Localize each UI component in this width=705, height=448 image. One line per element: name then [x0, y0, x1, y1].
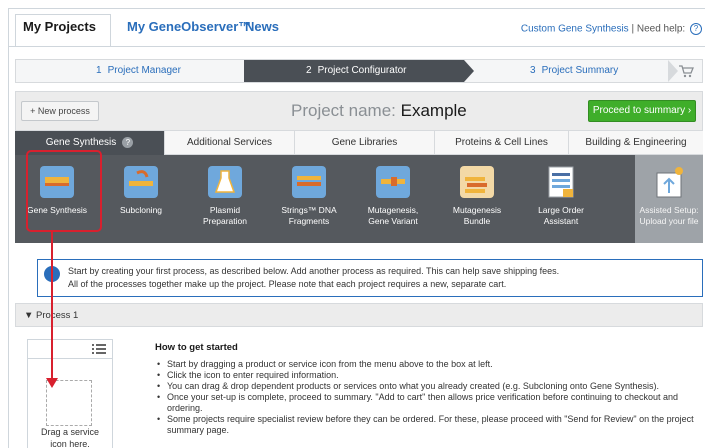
- large-order-icon: [548, 166, 574, 198]
- app-frame: My Projects My GeneObserver™ News Custom…: [8, 8, 705, 448]
- tab-proteins-cell-lines[interactable]: Proteins & Cell Lines: [435, 131, 569, 155]
- drag-arrow-line: [51, 232, 53, 382]
- product-label-2: Preparation: [203, 216, 247, 226]
- project-name-value: Example: [400, 101, 467, 120]
- mutagenesis-icon: [376, 166, 410, 198]
- new-process-button[interactable]: + New process: [21, 101, 99, 121]
- how-to-item: Some projects require specialist review …: [155, 414, 705, 436]
- product-subcloning[interactable]: Subcloning: [99, 155, 183, 243]
- tab-news[interactable]: News: [245, 19, 279, 34]
- product-label-2: Bundle: [463, 216, 491, 226]
- project-bar: + New process Project name: Example Proc…: [15, 91, 703, 131]
- product-mutagenesis-bundle[interactable]: Mutagenesis Bundle: [435, 155, 519, 243]
- dna-fragments-icon: [292, 166, 326, 198]
- step-project-summary[interactable]: 3 Project Summary: [530, 60, 618, 82]
- step-label: Project Summary: [541, 65, 619, 76]
- step-label: Project Manager: [107, 65, 181, 76]
- product-label: Assisted Setup:: [639, 205, 699, 215]
- drag-arrow-head: [46, 378, 58, 388]
- help-separator: |: [628, 23, 637, 35]
- how-to-title: How to get started: [155, 342, 238, 353]
- step-number: 3: [530, 65, 536, 76]
- subcloning-icon: [124, 166, 158, 198]
- upload-icon: [656, 167, 683, 198]
- step-project-manager[interactable]: 1 Project Manager: [96, 60, 181, 82]
- product-label: Plasmid: [209, 205, 241, 215]
- project-name: Project name: Example: [291, 101, 467, 121]
- drop-label-line-1: Drag a service: [40, 427, 100, 437]
- hamburger-menu-icon[interactable]: [92, 344, 106, 354]
- tab-gene-libraries[interactable]: Gene Libraries: [295, 131, 435, 155]
- product-label: Subcloning: [119, 205, 163, 215]
- product-strip: Gene Synthesis Subcloning Plasmid Prepar…: [15, 155, 703, 243]
- flask-icon: [208, 166, 242, 198]
- process-drop-zone[interactable]: Drag a service icon here.: [27, 339, 113, 448]
- product-mutagenesis-gene-variant[interactable]: Mutagenesis, Gene Variant: [351, 155, 435, 243]
- info-line-2: All of the processes together make up th…: [68, 279, 507, 289]
- step-number: 1: [96, 65, 102, 76]
- info-line-1: Start by creating your first process, as…: [68, 266, 560, 276]
- step-active-arrow: [464, 60, 474, 82]
- nav-baseline: [9, 46, 705, 47]
- product-label-2: Assistant: [543, 216, 579, 226]
- how-to-list: Start by dragging a product or service i…: [155, 359, 705, 436]
- how-to-item: Start by dragging a product or service i…: [155, 359, 705, 370]
- proceed-to-summary-button[interactable]: Proceed to summary ›: [588, 100, 696, 122]
- info-box: i Start by creating your first process, …: [37, 259, 703, 297]
- product-plasmid-preparation[interactable]: Plasmid Preparation: [183, 155, 267, 243]
- product-assisted-setup[interactable]: Assisted Setup: Upload your file: [635, 155, 703, 243]
- project-stepper: 1 Project Manager 2 Project Configurator 3…: [15, 59, 703, 83]
- help-area: Custom Gene Synthesis | Need help: ?: [521, 23, 702, 35]
- tab-additional-services[interactable]: Additional Services: [165, 131, 295, 155]
- tab-label: Gene Synthesis: [45, 137, 117, 148]
- help-icon[interactable]: ?: [690, 23, 702, 35]
- product-label-2: Upload your file: [639, 216, 699, 226]
- tab-my-geneobserver[interactable]: My GeneObserver™: [127, 19, 251, 34]
- process-header[interactable]: ▼ Process 1: [15, 303, 703, 327]
- product-strings-dna-fragments[interactable]: Strings™ DNA Fragments: [267, 155, 351, 243]
- gene-synthesis-highlight: [26, 150, 102, 232]
- product-label: Mutagenesis: [452, 205, 502, 215]
- mutagenesis-bundle-icon: [460, 166, 494, 198]
- question-icon[interactable]: ?: [122, 136, 134, 148]
- category-tabs: Gene Synthesis? Additional Services Gene…: [15, 131, 703, 155]
- step-project-configurator[interactable]: 2 Project Configurator: [306, 60, 407, 82]
- drop-zone-label: Drag a service icon here.: [28, 426, 112, 448]
- top-nav: My Projects My GeneObserver™ News Custom…: [9, 9, 705, 47]
- how-to-item: You can drag & drop dependent products o…: [155, 381, 705, 392]
- drop-label-line-2: icon here.: [50, 439, 90, 448]
- how-to-item: Click the icon to enter required informa…: [155, 370, 705, 381]
- custom-gene-synthesis-link[interactable]: Custom Gene Synthesis: [521, 24, 629, 35]
- drop-zone-divider: [28, 358, 112, 359]
- step-number: 2: [306, 65, 312, 76]
- product-label: Strings™ DNA: [281, 205, 337, 215]
- how-to-item: Once your set-up is complete, proceed to…: [155, 392, 705, 414]
- product-label-2: Gene Variant: [368, 216, 418, 226]
- product-label: Large Order: [538, 205, 584, 215]
- step-label: Project Configurator: [317, 65, 407, 76]
- tab-building-engineering[interactable]: Building & Engineering: [569, 131, 703, 155]
- tab-my-projects[interactable]: My Projects: [23, 19, 96, 34]
- step-separator: [668, 60, 678, 82]
- cart-icon[interactable]: [678, 64, 694, 78]
- product-large-order-assistant[interactable]: Large Order Assistant: [519, 155, 603, 243]
- need-help-label: Need help:: [636, 23, 686, 35]
- product-label: Mutagenesis,: [367, 205, 419, 215]
- product-label-2: Fragments: [288, 216, 330, 226]
- info-text: Start by creating your first process, as…: [68, 265, 559, 291]
- project-name-label: Project name:: [291, 101, 401, 120]
